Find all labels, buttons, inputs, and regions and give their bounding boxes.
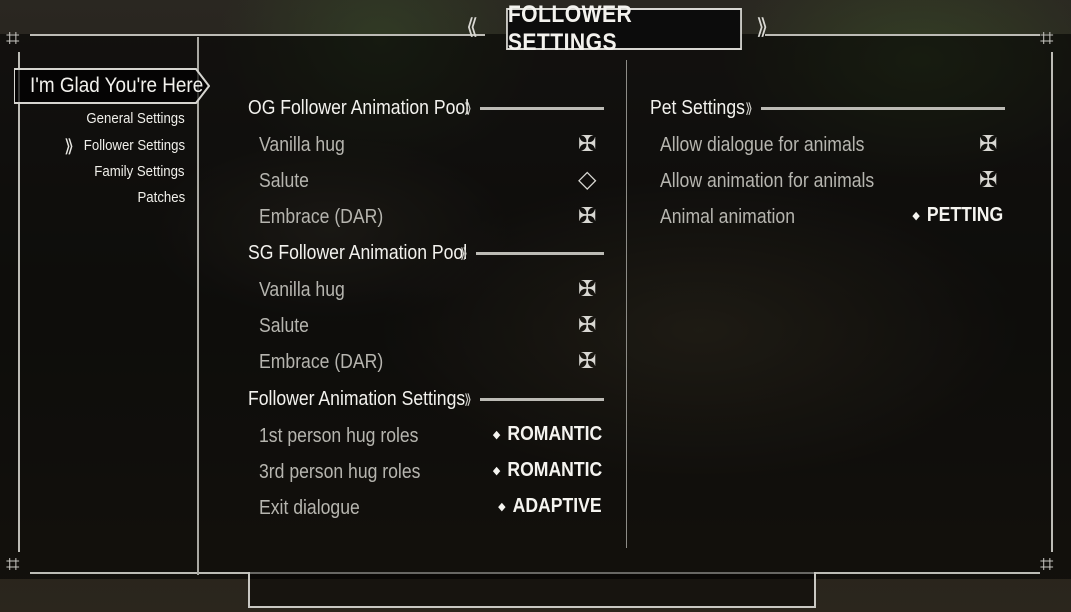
column-divider [626,60,627,548]
sidebar-item-patches[interactable]: Patches [137,189,185,206]
frame-top-right [765,34,1040,36]
option-label[interactable]: Allow animation for animals [660,170,874,193]
enum-value-text: ROMANTIC [507,459,602,481]
header-rule [476,252,604,255]
sidebar-item-general-settings[interactable]: General Settings [87,110,185,127]
enum-value[interactable]: ◆ ROMANTIC [493,423,602,446]
sidebar-item-follower-settings[interactable]: Follower Settings [84,137,185,154]
section-header-animation-settings: Follower Animation Settings [248,388,466,410]
dropdown-dot-icon: ◆ [492,465,501,478]
header-knot-icon: ⟫ [464,100,472,116]
enum-value-text: PETTING [926,204,1003,226]
option-label[interactable]: Embrace (DAR) [259,206,383,229]
frame-top-left [30,34,485,36]
dropdown-dot-icon: ◆ [492,429,501,442]
title-knot-icon-right: ⟫ [756,14,769,39]
enum-value[interactable]: ◆ PETTING [912,204,1003,227]
checked-knot-icon[interactable]: ✠ [979,169,997,191]
header-rule [761,107,1005,110]
header-knot-icon: ⟫ [464,391,472,407]
mod-name-tab[interactable]: I'm Glad You're Here [14,68,210,104]
unchecked-diamond-icon[interactable]: ◇ [578,168,596,192]
checked-knot-icon[interactable]: ✠ [979,133,997,155]
corner-knot-icon-tr: ⌗ [1040,25,1054,52]
corner-knot-icon-tl: ⌗ [6,25,20,52]
checked-knot-icon[interactable]: ✠ [578,350,596,372]
header-rule [480,107,604,110]
frame-left [18,52,20,552]
section-header-og-pool: OG Follower Animation Pool [248,97,470,119]
corner-knot-icon-bl: ⌗ [6,551,20,578]
option-label[interactable]: 3rd person hug roles [259,461,420,484]
header-knot-icon: ⟫ [745,100,753,116]
option-label[interactable]: Animal animation [660,206,795,229]
title-knot-icon-left: ⟪ [466,14,479,39]
sidebar-item-family-settings[interactable]: Family Settings [95,163,185,180]
header-rule [480,398,604,401]
enum-value[interactable]: ◆ ADAPTIVE [499,495,602,518]
section-header-pet-settings: Pet Settings [650,97,745,119]
section-header-sg-pool: SG Follower Animation Pool [248,242,468,264]
checked-knot-icon[interactable]: ✠ [578,205,596,227]
header-knot-icon: ⟫ [460,245,468,261]
option-label[interactable]: Embrace (DAR) [259,351,383,374]
corner-knot-icon-br: ⌗ [1040,551,1054,578]
checked-knot-icon[interactable]: ✠ [578,278,596,300]
option-label[interactable]: Vanilla hug [259,134,345,157]
option-label[interactable]: 1st person hug roles [259,425,418,448]
enum-value-text: ROMANTIC [507,423,602,445]
dropdown-dot-icon: ◆ [912,210,920,223]
sidebar-divider [197,37,199,575]
bottom-button-bar [248,572,816,608]
checked-knot-icon[interactable]: ✠ [578,314,596,336]
option-label[interactable]: Salute [259,315,309,338]
option-label[interactable]: Exit dialogue [259,497,360,520]
option-label[interactable]: Salute [259,170,309,193]
dropdown-dot-icon: ◆ [498,501,506,514]
checked-knot-icon[interactable]: ✠ [578,133,596,155]
frame-right [1051,52,1053,552]
option-label[interactable]: Allow dialogue for animals [660,134,864,157]
page-title: FOLLOWER SETTINGS [506,1,742,56]
knot-selector-icon: ⟫ [64,136,75,156]
option-label[interactable]: Vanilla hug [259,279,345,302]
mod-name: I'm Glad You're Here [30,74,204,97]
enum-value[interactable]: ◆ ROMANTIC [493,459,602,482]
enum-value-text: ADAPTIVE [513,495,602,517]
